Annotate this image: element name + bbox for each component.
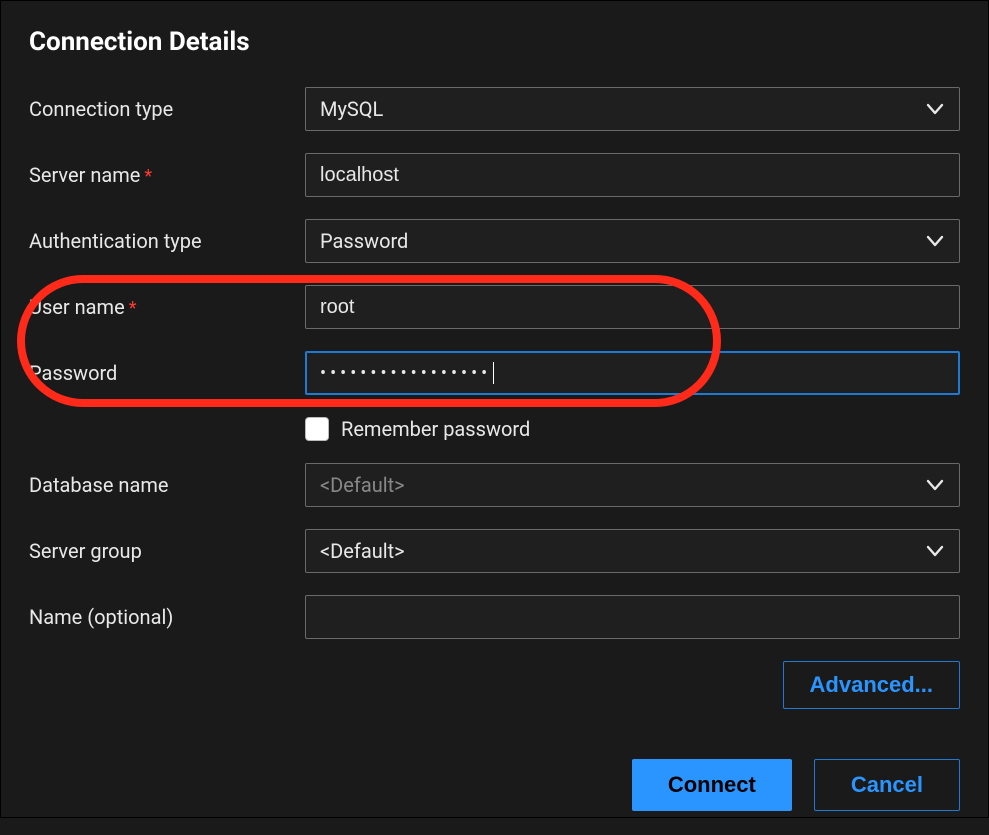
user-name-input[interactable]: [305, 285, 960, 329]
row-server-name: Server name*: [29, 153, 960, 197]
label-auth-type: Authentication type: [29, 229, 305, 253]
label-database-name: Database name: [29, 473, 305, 497]
remember-password-checkbox[interactable]: [305, 417, 329, 441]
connect-button[interactable]: Connect: [632, 759, 792, 811]
chevron-down-icon: [923, 229, 947, 253]
label-password: Password: [29, 361, 305, 385]
footer-buttons: Connect Cancel: [29, 759, 960, 835]
database-name-select[interactable]: <Default>: [305, 463, 960, 507]
row-name-optional: Name (optional): [29, 595, 960, 639]
connection-details-panel: Connection Details Connection type MySQL…: [0, 0, 989, 818]
auth-type-select[interactable]: Password: [305, 219, 960, 263]
connection-type-value: MySQL: [320, 97, 383, 121]
cancel-button[interactable]: Cancel: [814, 759, 960, 811]
connection-type-select[interactable]: MySQL: [305, 87, 960, 131]
advanced-row: Advanced...: [29, 661, 960, 709]
row-password: Password •••••••••••••••••: [29, 351, 960, 395]
database-name-value: <Default>: [320, 473, 405, 497]
text-cursor: [493, 362, 494, 384]
name-optional-input[interactable]: [305, 595, 960, 639]
server-group-value: <Default>: [320, 539, 405, 563]
row-remember: Remember password: [29, 417, 960, 441]
label-connection-type: Connection type: [29, 97, 305, 121]
panel-title: Connection Details: [29, 27, 960, 57]
row-user-name: User name*: [29, 285, 960, 329]
row-connection-type: Connection type MySQL: [29, 87, 960, 131]
row-server-group: Server group <Default>: [29, 529, 960, 573]
required-indicator: *: [144, 166, 152, 187]
chevron-down-icon: [923, 539, 947, 563]
chevron-down-icon: [923, 473, 947, 497]
server-name-input[interactable]: [305, 153, 960, 197]
label-server-name: Server name*: [29, 163, 305, 187]
credentials-group: User name* Password •••••••••••••••••: [29, 285, 960, 395]
password-input[interactable]: •••••••••••••••••: [305, 351, 960, 395]
remember-password-label: Remember password: [341, 417, 530, 441]
label-name-optional: Name (optional): [29, 605, 305, 629]
required-indicator: *: [129, 298, 137, 319]
server-group-select[interactable]: <Default>: [305, 529, 960, 573]
row-auth-type: Authentication type Password: [29, 219, 960, 263]
password-mask: •••••••••••••••••: [320, 363, 491, 384]
label-server-group: Server group: [29, 539, 305, 563]
row-database-name: Database name <Default>: [29, 463, 960, 507]
auth-type-value: Password: [320, 229, 408, 253]
chevron-down-icon: [923, 97, 947, 121]
label-user-name: User name*: [29, 295, 305, 319]
advanced-button[interactable]: Advanced...: [783, 661, 960, 709]
